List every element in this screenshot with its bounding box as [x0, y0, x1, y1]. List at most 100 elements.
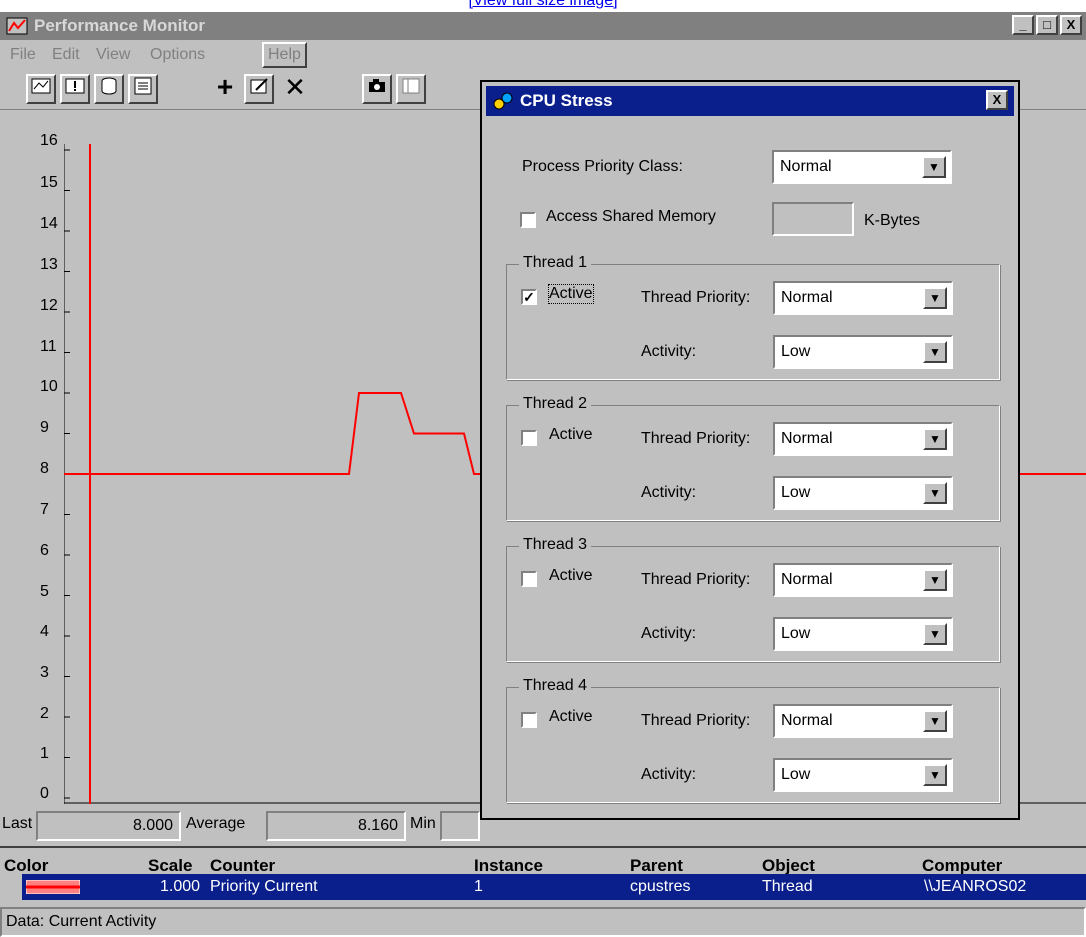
- thread-group-title: Thread 2: [519, 395, 592, 413]
- menu-options[interactable]: Options: [150, 46, 205, 64]
- series-color-swatch: [26, 880, 80, 894]
- menu-bar: File Edit View Options Help: [0, 40, 1086, 70]
- process-priority-select[interactable]: Normal ▼: [772, 150, 952, 184]
- dialog-title: CPU Stress: [520, 91, 613, 110]
- dropdown-arrow-icon[interactable]: ▼: [923, 569, 947, 591]
- y-tick: 6: [40, 542, 49, 559]
- snapshot-button[interactable]: [362, 74, 392, 104]
- min-value: [440, 811, 480, 841]
- edit-counter-button[interactable]: [244, 74, 274, 104]
- thread-active-label: Active: [549, 567, 593, 584]
- activity-label: Activity:: [641, 625, 697, 642]
- y-tick: 11: [40, 338, 57, 355]
- thread-active-checkbox[interactable]: [521, 712, 537, 728]
- alert-view-button[interactable]: [60, 74, 90, 104]
- add-counter-button[interactable]: +: [210, 73, 240, 104]
- activity-value: Low: [781, 343, 811, 360]
- last-value: 8.000: [36, 811, 181, 841]
- header-color: Color: [4, 856, 49, 875]
- alert-icon: [65, 78, 85, 94]
- y-tick: 4: [40, 623, 49, 640]
- chart-view-button[interactable]: [26, 74, 56, 104]
- process-priority-label: Process Priority Class:: [522, 158, 683, 175]
- activity-select[interactable]: Low ▼: [773, 476, 953, 510]
- dropdown-arrow-icon[interactable]: ▼: [923, 623, 947, 645]
- last-label: Last: [2, 815, 33, 832]
- thread-group-title: Thread 4: [519, 677, 592, 695]
- app-icon: [6, 17, 28, 35]
- minimize-button[interactable]: _: [1012, 15, 1034, 35]
- header-counter: Counter: [210, 856, 276, 875]
- shared-memory-checkbox[interactable]: [520, 212, 536, 228]
- row-instance: 1: [474, 878, 483, 895]
- activity-value: Low: [781, 766, 811, 783]
- dropdown-arrow-icon[interactable]: ▼: [923, 764, 947, 786]
- dropdown-arrow-icon[interactable]: ▼: [923, 710, 947, 732]
- thread-priority-select[interactable]: Normal ▼: [773, 563, 953, 597]
- y-tick: 3: [40, 664, 49, 681]
- menu-help[interactable]: Help: [262, 42, 307, 68]
- dropdown-arrow-icon[interactable]: ▼: [923, 341, 947, 363]
- kbytes-label: K-Bytes: [864, 212, 921, 229]
- title-bar: Performance Monitor _ □ X: [0, 12, 1086, 40]
- activity-select[interactable]: Low ▼: [773, 335, 953, 369]
- cpu-stress-dialog: CPU Stress X Process Priority Class: Nor…: [480, 80, 1020, 820]
- thread-priority-select[interactable]: Normal ▼: [773, 704, 953, 738]
- thread-active-label: Active: [549, 426, 593, 443]
- activity-value: Low: [781, 625, 811, 642]
- options-icon: [402, 78, 420, 94]
- y-tick: 5: [40, 583, 49, 600]
- activity-select[interactable]: Low ▼: [773, 758, 953, 792]
- log-icon: [101, 77, 117, 95]
- link-text[interactable]: [View full size image]: [468, 0, 617, 9]
- y-tick: 15: [40, 174, 58, 191]
- log-view-button[interactable]: [94, 74, 124, 104]
- activity-select[interactable]: Low ▼: [773, 617, 953, 651]
- average-value: 8.160: [266, 811, 406, 841]
- min-label: Min: [410, 815, 436, 832]
- row-counter: Priority Current: [210, 878, 318, 895]
- camera-icon: [369, 79, 385, 92]
- header-object: Object: [762, 856, 815, 875]
- thread-4-group: Thread 4 Active Thread Priority: Normal ▼ Act…: [506, 677, 1001, 804]
- thread-group-title: Thread 3: [519, 536, 592, 554]
- menu-view[interactable]: View: [96, 46, 130, 64]
- dropdown-arrow-icon[interactable]: ▼: [923, 482, 947, 504]
- close-button[interactable]: X: [1060, 15, 1082, 35]
- thread-active-checkbox[interactable]: [521, 571, 537, 587]
- status-bar: Data: Current Activity: [0, 907, 1086, 937]
- y-tick: 0: [40, 785, 49, 802]
- dialog-close-button[interactable]: X: [986, 90, 1008, 110]
- y-tick: 8: [40, 460, 49, 477]
- row-computer: \\JEANROS02: [924, 878, 1027, 895]
- status-text: Data: Current Activity: [6, 913, 157, 930]
- thread-active-label: Active: [548, 284, 594, 304]
- menu-edit[interactable]: Edit: [52, 46, 80, 64]
- dropdown-arrow-icon[interactable]: ▼: [923, 428, 947, 450]
- view-full-size-link[interactable]: [View full size image]: [0, 0, 1086, 12]
- maximize-button[interactable]: □: [1036, 15, 1058, 35]
- y-tick: 14: [40, 215, 58, 232]
- kbytes-input[interactable]: [772, 202, 854, 236]
- thread-priority-select[interactable]: Normal ▼: [773, 422, 953, 456]
- y-tick: 9: [40, 419, 49, 436]
- dropdown-arrow-icon[interactable]: ▼: [923, 287, 947, 309]
- delete-icon: ✕: [284, 72, 306, 102]
- thread-active-checkbox[interactable]: [521, 430, 537, 446]
- thread-1-group: Thread 1 ✓ Active Thread Priority: Normal ▼ Ac…: [506, 254, 1001, 381]
- edit-icon: [250, 78, 268, 94]
- activity-label: Activity:: [641, 484, 697, 501]
- thread-priority-value: Normal: [781, 571, 833, 588]
- y-tick: 7: [40, 501, 49, 518]
- legend-row[interactable]: 1.000 Priority Current 1 cpustres Thread…: [22, 874, 1086, 900]
- report-view-button[interactable]: [128, 74, 158, 104]
- y-tick: 16: [40, 132, 58, 149]
- menu-file[interactable]: File: [10, 46, 36, 64]
- thread-priority-select[interactable]: Normal ▼: [773, 281, 953, 315]
- thread-active-checkbox[interactable]: ✓: [521, 289, 537, 305]
- activity-label: Activity:: [641, 766, 697, 783]
- dropdown-arrow-icon[interactable]: ▼: [922, 156, 946, 178]
- delete-counter-button[interactable]: ✕: [280, 74, 310, 104]
- activity-value: Low: [781, 484, 811, 501]
- options-button[interactable]: [396, 74, 426, 104]
